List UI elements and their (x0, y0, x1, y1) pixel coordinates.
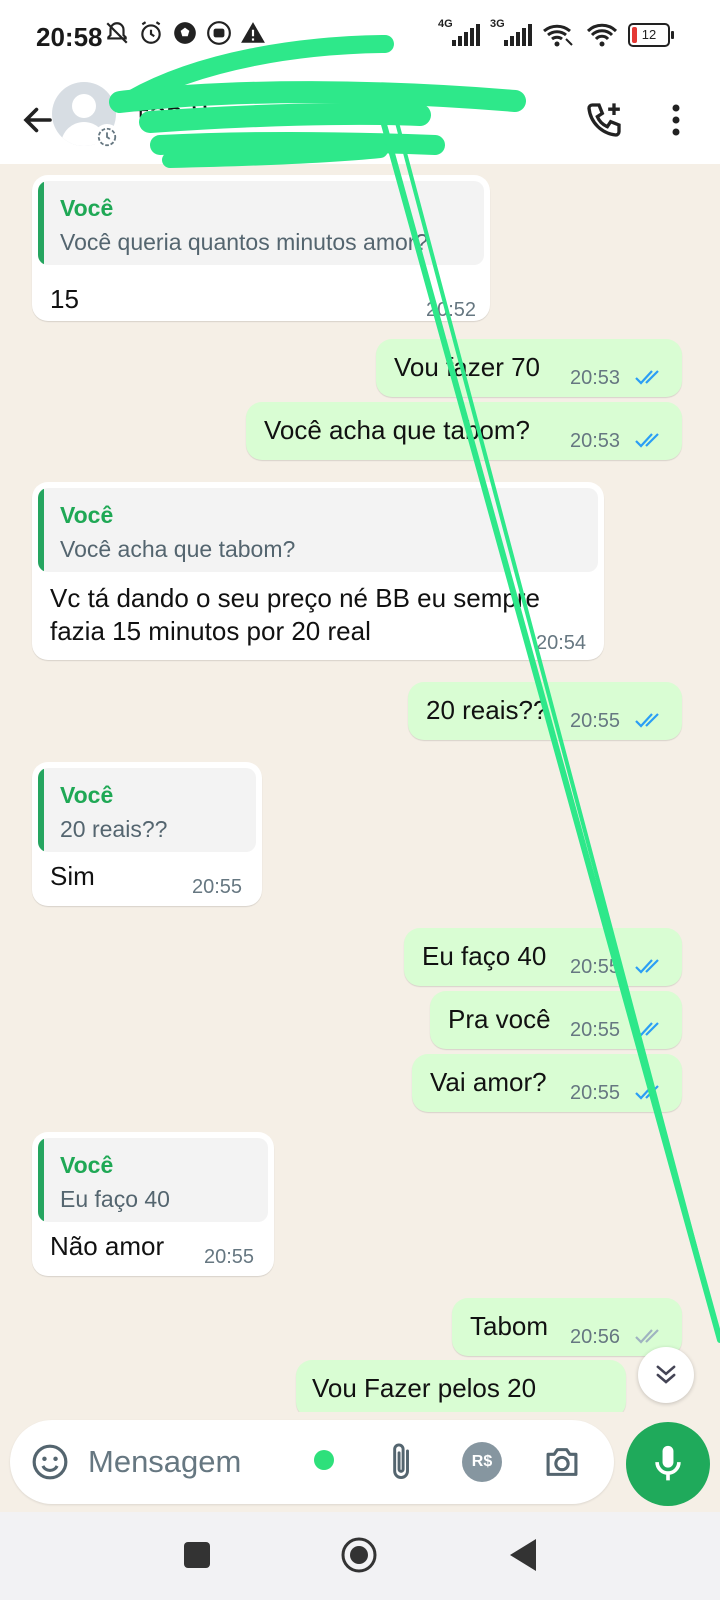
message-time: 20:52 (426, 299, 477, 321)
warning-icon (241, 22, 265, 43)
message-text: Vou fazer 70 (394, 352, 540, 382)
signal-3g-label: 3G (490, 18, 505, 30)
quoted-author: Você (60, 1152, 114, 1178)
more-options-button[interactable] (654, 94, 698, 146)
message-text: Tabom (470, 1311, 549, 1341)
message-text: 15 (50, 284, 79, 314)
emoji-icon (32, 1444, 68, 1480)
message-input[interactable]: Mensagem (88, 1444, 241, 1480)
quoted-message[interactable]: Você 20 reais?? (38, 768, 256, 852)
message-text: Pra você (448, 1004, 551, 1034)
quoted-message[interactable]: Você Eu faço 40 (38, 1138, 268, 1222)
status-notification-icons (104, 20, 266, 46)
emoji-button[interactable] (28, 1440, 72, 1484)
chat-header: +55 9 (0, 76, 720, 164)
message-incoming[interactable]: Você Eu faço 40 Não amor 20:55 (32, 1132, 274, 1276)
message-time: 20:55 (570, 956, 621, 978)
read-receipt-icon (635, 370, 659, 385)
quoted-text: 20 reais?? (60, 816, 168, 842)
delivered-receipt-icon (635, 1329, 659, 1344)
scroll-to-bottom-button[interactable] (638, 1347, 694, 1403)
status-dot-icon (314, 1450, 334, 1470)
more-vert-icon (672, 104, 680, 136)
back-arrow-icon (23, 107, 52, 133)
message-outgoing[interactable]: Pra você 20:55 (430, 991, 682, 1049)
signal-4g-label: 4G (438, 18, 453, 30)
message-text: Vai amor? (430, 1067, 547, 1097)
message-time: 20:55 (204, 1246, 255, 1268)
nav-back-button[interactable] (506, 1536, 540, 1574)
quoted-author: Você (60, 782, 114, 808)
composer-bar: Mensagem R$ (0, 1412, 720, 1512)
message-text-line: fazia 15 minutos por 20 real (50, 616, 371, 646)
message-time: 20:56 (570, 1326, 621, 1348)
message-time: 20:55 (570, 1019, 621, 1041)
message-time: 20:55 (570, 1082, 621, 1104)
chat-messages[interactable]: Você Você queria quantos minutos amor? 1… (0, 164, 720, 1412)
message-outgoing[interactable]: Vou Fazer pelos 20 (296, 1360, 626, 1412)
message-time: 20:55 (570, 710, 621, 732)
quoted-author: Você (60, 195, 114, 221)
wifi-icon (586, 23, 618, 47)
quoted-text: Você acha que tabom? (60, 536, 296, 562)
signal-3g-icon: 3G (490, 18, 532, 46)
microphone-icon (655, 1445, 681, 1481)
alarm-icon (141, 21, 161, 44)
add-call-button[interactable] (578, 94, 630, 146)
status-system-icons: 4G 3G 12 (438, 18, 674, 48)
double-chevron-down-icon (656, 1365, 676, 1384)
message-text: Vou Fazer pelos 20 (312, 1373, 537, 1403)
message-outgoing[interactable]: 20 reais?? 20:55 (408, 682, 682, 740)
message-outgoing[interactable]: Eu faço 40 20:55 (404, 928, 682, 986)
read-receipt-icon (635, 1022, 659, 1037)
message-incoming[interactable]: Você Você queria quantos minutos amor? 1… (32, 175, 490, 321)
message-text: Você acha que tabom? (264, 415, 530, 445)
message-outgoing[interactable]: Tabom 20:56 (452, 1298, 682, 1356)
camera-app-icon (207, 21, 231, 45)
read-receipt-icon (635, 433, 659, 448)
home-button[interactable] (340, 1536, 378, 1574)
message-time: 20:53 (570, 430, 621, 452)
camera-button[interactable] (540, 1440, 584, 1484)
message-outgoing[interactable]: Você acha que tabom? 20:53 (246, 402, 682, 460)
message-incoming[interactable]: Você 20 reais?? Sim 20:55 (32, 762, 262, 906)
message-outgoing[interactable]: Vai amor? 20:55 (412, 1054, 682, 1112)
quoted-text: Eu faço 40 (60, 1186, 170, 1212)
read-receipt-icon (635, 959, 659, 974)
message-text-line: Vc tá dando o seu preço né BB eu sempre (50, 583, 540, 613)
message-input-container[interactable]: Mensagem R$ (10, 1420, 614, 1504)
read-receipt-icon (635, 1085, 659, 1100)
attach-button[interactable] (380, 1438, 424, 1486)
message-incoming[interactable]: Você Você acha que tabom? Vc tá dando o … (32, 482, 604, 660)
payment-button[interactable]: R$ (462, 1442, 502, 1482)
battery-indicator: 12 (628, 23, 674, 47)
message-time: 20:53 (570, 367, 621, 389)
mute-bell-icon (106, 22, 128, 44)
add-call-icon (587, 103, 621, 137)
soccer-ball-icon (174, 22, 196, 44)
quoted-author: Você (60, 502, 114, 528)
message-text: Sim (50, 861, 95, 891)
message-text: 20 reais?? (426, 695, 548, 725)
camera-icon (546, 1448, 578, 1476)
status-bar: 20:58 4G 3G 12 (0, 0, 720, 76)
message-time: 20:55 (192, 876, 243, 898)
system-navigation-bar (0, 1512, 720, 1600)
recents-button[interactable] (184, 1542, 210, 1568)
contact-name[interactable]: +55 9 (132, 94, 208, 128)
message-text: Não amor (50, 1231, 165, 1261)
quoted-text: Você queria quantos minutos amor? (60, 229, 429, 255)
message-time: 20:54 (536, 632, 587, 654)
wifi-calling-icon (543, 24, 573, 47)
paperclip-icon (393, 1443, 409, 1480)
disappearing-timer-icon (94, 124, 120, 150)
quoted-message[interactable]: Você Você queria quantos minutos amor? (38, 181, 484, 265)
signal-4g-icon: 4G (438, 18, 480, 46)
voice-message-button[interactable] (626, 1422, 710, 1506)
status-time: 20:58 (36, 22, 103, 52)
message-text: Eu faço 40 (422, 941, 547, 971)
message-outgoing[interactable]: Vou fazer 70 20:53 (376, 339, 682, 397)
read-receipt-icon (635, 713, 659, 728)
quoted-message[interactable]: Você Você acha que tabom? (38, 488, 598, 572)
